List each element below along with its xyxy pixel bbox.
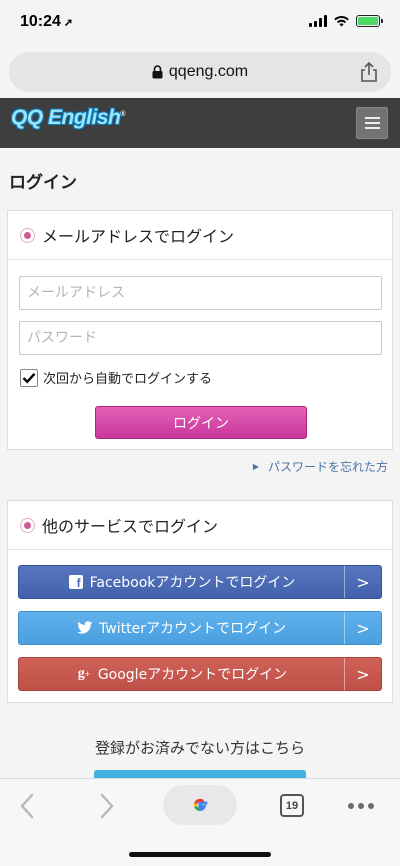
share-icon[interactable]: [359, 61, 379, 83]
social-login-heading: 他のサービスでログイン: [42, 517, 219, 536]
twitter-login-label: Twitterアカウントでログイン: [99, 621, 286, 637]
menu-icon-bar: [364, 117, 380, 119]
battery-level: [358, 17, 378, 25]
forward-arrow-icon[interactable]: [95, 793, 117, 819]
email-field[interactable]: [19, 276, 382, 310]
more-options-icon[interactable]: [348, 803, 374, 809]
location-arrow-icon: ➚: [63, 17, 74, 29]
logo-registered-mark: ®: [120, 111, 126, 118]
password-field[interactable]: [19, 321, 382, 355]
battery-icon: [356, 15, 383, 27]
login-button[interactable]: ログイン: [95, 406, 307, 439]
site-header: QQ English®: [0, 98, 400, 148]
facebook-icon: f: [68, 574, 84, 590]
chevron-right-icon: >: [344, 612, 381, 644]
tabs-count-button[interactable]: 19: [280, 794, 304, 817]
page-title: ログイン: [9, 173, 77, 193]
register-prompt: 登録がお済みでない方はこちら: [94, 739, 305, 757]
chevron-right-icon: >: [344, 566, 381, 598]
browser-toolbar: 19: [0, 778, 400, 866]
email-login-heading: メールアドレスでログイン: [42, 227, 235, 246]
social-login-header: 他のサービスでログイン: [8, 501, 392, 550]
email-login-header: メールアドレスでログイン: [8, 211, 392, 260]
social-login-card: 他のサービスでログイン f Facebookアカウントでログイン > Twitt…: [7, 500, 393, 703]
lock-icon: [152, 65, 163, 79]
twitter-login-main: Twitterアカウントでログイン: [19, 618, 344, 638]
bullet-icon: [20, 517, 35, 533]
google-login-label: Googleアカウントでログイン: [97, 667, 288, 683]
twitter-login-button[interactable]: Twitterアカウントでログイン >: [18, 611, 382, 645]
bullet-icon: [20, 227, 35, 243]
menu-icon-bar: [364, 122, 380, 124]
google-search-button[interactable]: [163, 785, 237, 825]
status-indicators: [309, 15, 383, 27]
forgot-password-label: パスワードを忘れた方: [267, 460, 388, 474]
wifi-icon: [334, 15, 349, 27]
forgot-password-link[interactable]: ▶ パスワードを忘れた方: [253, 458, 388, 475]
google-plus-icon: g +: [77, 666, 90, 681]
address-bar[interactable]: qqeng.com: [9, 52, 391, 92]
facebook-login-button[interactable]: f Facebookアカウントでログイン >: [18, 565, 382, 599]
remember-me-label: 次回から自動でログインする: [43, 372, 213, 387]
remember-me-checkbox[interactable]: [20, 368, 38, 387]
menu-icon-bar: [364, 127, 380, 129]
remember-me-option[interactable]: 次回から自動でログインする: [20, 368, 212, 387]
hamburger-menu-button[interactable]: [356, 107, 388, 139]
home-indicator: [129, 852, 271, 857]
email-login-card: メールアドレスでログイン 次回から自動でログインする ログイン: [7, 210, 393, 450]
checkmark-icon: [22, 372, 36, 384]
twitter-bird-icon: [77, 621, 93, 634]
back-arrow-icon[interactable]: [17, 793, 39, 819]
site-logo[interactable]: QQ English®: [11, 106, 125, 130]
url-text: qqeng.com: [168, 63, 249, 80]
chevron-right-icon: >: [344, 658, 381, 690]
facebook-login-main: f Facebookアカウントでログイン: [19, 572, 344, 592]
triangle-right-icon: ▶: [252, 462, 259, 471]
cellular-signal-icon: [309, 15, 327, 27]
facebook-login-label: Facebookアカウントでログイン: [89, 575, 296, 591]
status-bar: 10:24 ➚: [0, 0, 400, 48]
status-time-text: 10:24: [20, 13, 61, 30]
logo-text: QQ English: [11, 106, 121, 129]
google-login-main: g + Googleアカウントでログイン: [19, 664, 344, 684]
google-login-button[interactable]: g + Googleアカウントでログイン >: [18, 657, 382, 691]
google-g-icon: [194, 798, 208, 811]
status-time: 10:24 ➚: [20, 13, 73, 31]
